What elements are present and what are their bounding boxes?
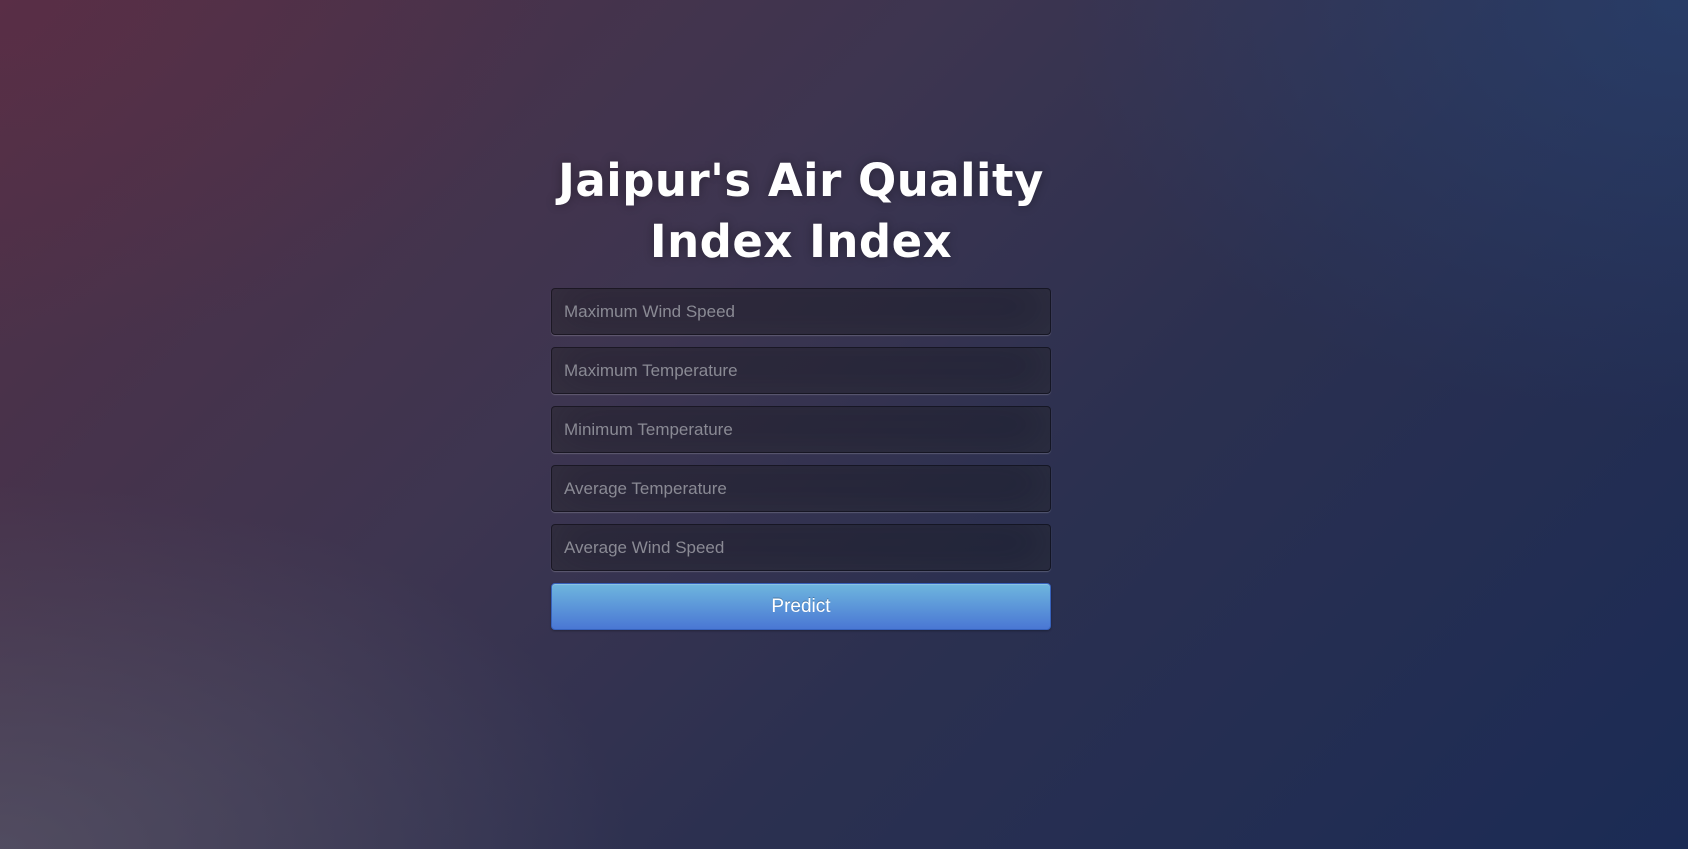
avg-temperature-input[interactable] — [551, 465, 1051, 512]
prediction-form: Predict — [551, 288, 1051, 630]
max-temperature-input[interactable] — [551, 347, 1051, 394]
max-wind-speed-input[interactable] — [551, 288, 1051, 335]
predict-button[interactable]: Predict — [551, 583, 1051, 630]
prediction-panel: Jaipur's Air Quality Index Index Predict — [551, 150, 1051, 630]
page-title: Jaipur's Air Quality Index Index — [558, 154, 1044, 268]
min-temperature-input[interactable] — [551, 406, 1051, 453]
avg-wind-speed-input[interactable] — [551, 524, 1051, 571]
